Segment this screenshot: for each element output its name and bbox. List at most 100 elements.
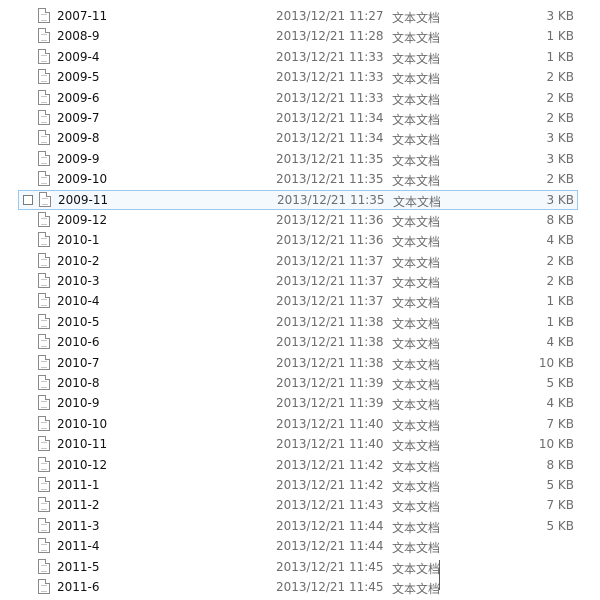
file-row[interactable]: 2010-4 2013/12/21 11:37 文本文档 1 KB — [0, 291, 600, 311]
file-row[interactable]: 2009-6 2013/12/21 11:33 文本文档 2 KB — [0, 88, 600, 108]
file-size: 8 KB — [546, 457, 574, 472]
file-name: 2009-6 — [57, 90, 100, 105]
file-size: 7 KB — [546, 416, 574, 431]
text-document-icon — [38, 293, 50, 309]
text-document-icon — [38, 497, 50, 513]
file-row[interactable]: 2010-9 2013/12/21 11:39 文本文档 4 KB — [0, 393, 600, 413]
file-size: 2 KB — [546, 110, 574, 125]
file-row[interactable]: 2009-8 2013/12/21 11:34 文本文档 3 KB — [0, 128, 600, 148]
file-row[interactable]: 2010-6 2013/12/21 11:38 文本文档 4 KB — [0, 332, 600, 352]
file-type: 文本文档 — [392, 92, 441, 107]
file-row[interactable]: 2009-9 2013/12/21 11:35 文本文档 3 KB — [0, 149, 600, 169]
file-row[interactable]: 2011-5 2013/12/21 11:45 文本文档 — [0, 557, 600, 577]
file-size: 5 KB — [546, 376, 574, 391]
file-name: 2010-2 — [57, 253, 100, 268]
file-modified-date: 2013/12/21 11:33 — [276, 90, 384, 105]
file-size: 2 KB — [546, 274, 574, 289]
text-document-icon — [38, 578, 50, 594]
file-name: 2011-3 — [57, 518, 100, 533]
file-name: 2010-1 — [57, 233, 100, 248]
file-row[interactable]: 2011-3 2013/12/21 11:44 文本文档 5 KB — [0, 516, 600, 536]
file-size: 2 KB — [546, 253, 574, 268]
file-name: 2009-9 — [57, 151, 100, 166]
file-type: 文本文档 — [392, 276, 441, 291]
file-row[interactable]: 2010-8 2013/12/21 11:39 文本文档 5 KB — [0, 373, 600, 393]
file-name: 2010-8 — [57, 376, 100, 391]
file-size: 3 KB — [546, 151, 574, 166]
file-name: 2009-5 — [57, 70, 100, 85]
file-type: 文本文档 — [392, 479, 441, 494]
file-size: 1 KB — [546, 29, 574, 44]
text-document-icon — [38, 273, 50, 289]
file-row[interactable]: 2010-3 2013/12/21 11:37 文本文档 2 KB — [0, 271, 600, 291]
file-type: 文本文档 — [392, 255, 441, 270]
file-row[interactable]: 2009-10 2013/12/21 11:35 文本文档 2 KB — [0, 169, 600, 189]
file-row[interactable]: 2010-12 2013/12/21 11:42 文本文档 8 KB — [0, 455, 600, 475]
file-type: 文本文档 — [392, 357, 441, 372]
file-modified-date: 2013/12/21 11:39 — [276, 396, 384, 411]
file-name: 2010-6 — [57, 335, 100, 350]
file-type: 文本文档 — [392, 581, 441, 596]
file-name: 2011-1 — [57, 477, 100, 492]
file-size: 5 KB — [546, 518, 574, 533]
text-document-icon — [38, 313, 50, 329]
file-row[interactable]: 2009-4 2013/12/21 11:33 文本文档 1 KB — [0, 47, 600, 67]
file-row[interactable]: 2010-1 2013/12/21 11:36 文本文档 4 KB — [0, 230, 600, 250]
file-modified-date: 2013/12/21 11:36 — [276, 233, 384, 248]
text-document-icon — [38, 375, 50, 391]
file-row[interactable]: 2011-1 2013/12/21 11:42 文本文档 5 KB — [0, 475, 600, 495]
file-row[interactable]: 2009-7 2013/12/21 11:34 文本文档 2 KB — [0, 108, 600, 128]
file-type: 文本文档 — [392, 72, 441, 87]
file-row[interactable]: 2010-7 2013/12/21 11:38 文本文档 10 KB — [0, 353, 600, 373]
file-row[interactable]: 2011-6 2013/12/21 11:45 文本文档 — [0, 577, 600, 597]
file-type: 文本文档 — [392, 296, 441, 311]
file-modified-date: 2013/12/21 11:27 — [276, 9, 384, 23]
file-name: 2011-4 — [57, 539, 100, 554]
text-document-icon — [38, 395, 50, 411]
file-row[interactable]: 2010-10 2013/12/21 11:40 文本文档 7 KB — [0, 414, 600, 434]
file-row-selected[interactable]: 2009-11 2013/12/21 11:35 文本文档 3 KB — [18, 189, 578, 210]
file-name: 2010-4 — [57, 294, 100, 309]
checkbox-icon[interactable] — [23, 194, 33, 205]
file-row[interactable]: 2007-11 2013/12/21 11:27 文本文档 3 KB — [0, 6, 600, 26]
file-modified-date: 2013/12/21 11:38 — [276, 335, 384, 350]
file-modified-date: 2013/12/21 11:40 — [276, 437, 384, 452]
file-row[interactable]: 2008-9 2013/12/21 11:28 文本文档 1 KB — [0, 26, 600, 46]
file-type: 文本文档 — [392, 214, 441, 229]
file-type: 文本文档 — [392, 337, 441, 352]
file-name: 2010-7 — [57, 355, 100, 370]
file-row[interactable]: 2011-4 2013/12/21 11:44 文本文档 — [0, 536, 600, 556]
file-type: 文本文档 — [392, 235, 441, 250]
file-size: 5 KB — [546, 477, 574, 492]
file-modified-date: 2013/12/21 11:42 — [276, 457, 384, 472]
file-row[interactable]: 2011-2 2013/12/21 11:43 文本文档 7 KB — [0, 495, 600, 515]
file-name: 2009-12 — [57, 212, 108, 227]
file-size: 10 KB — [538, 437, 574, 452]
file-name: 2009-10 — [57, 172, 108, 187]
file-row[interactable]: 2010-5 2013/12/21 11:38 文本文档 1 KB — [0, 312, 600, 332]
file-modified-date: 2013/12/21 11:35 — [276, 151, 384, 166]
file-row[interactable]: 2010-11 2013/12/21 11:40 文本文档 10 KB — [0, 434, 600, 454]
file-type: 文本文档 — [392, 31, 441, 46]
file-modified-date: 2013/12/21 11:35 — [277, 192, 385, 207]
text-document-icon — [38, 415, 50, 431]
file-type: 文本文档 — [392, 561, 441, 576]
text-document-icon — [38, 89, 50, 105]
text-document-icon — [38, 456, 50, 472]
text-document-icon — [38, 436, 50, 452]
file-row[interactable]: 2009-5 2013/12/21 11:33 文本文档 2 KB — [0, 67, 600, 87]
file-modified-date: 2013/12/21 11:38 — [276, 314, 384, 329]
file-row[interactable]: 2010-2 2013/12/21 11:37 文本文档 2 KB — [0, 251, 600, 271]
text-document-icon — [38, 69, 50, 85]
file-modified-date: 2013/12/21 11:28 — [276, 29, 384, 44]
file-row[interactable]: 2009-12 2013/12/21 11:36 文本文档 8 KB — [0, 210, 600, 230]
file-size: 10 KB — [538, 355, 574, 370]
file-name: 2010-12 — [57, 457, 108, 472]
file-modified-date: 2013/12/21 11:34 — [276, 131, 384, 146]
file-modified-date: 2013/12/21 11:45 — [276, 579, 384, 594]
file-type: 文本文档 — [392, 500, 441, 515]
file-modified-date: 2013/12/21 11:39 — [276, 376, 384, 391]
text-document-icon — [38, 476, 50, 492]
file-list: 2007-11 2013/12/21 11:27 文本文档 3 KB 2008-9 201… — [0, 6, 600, 597]
file-modified-date: 2013/12/21 11:34 — [276, 110, 384, 125]
